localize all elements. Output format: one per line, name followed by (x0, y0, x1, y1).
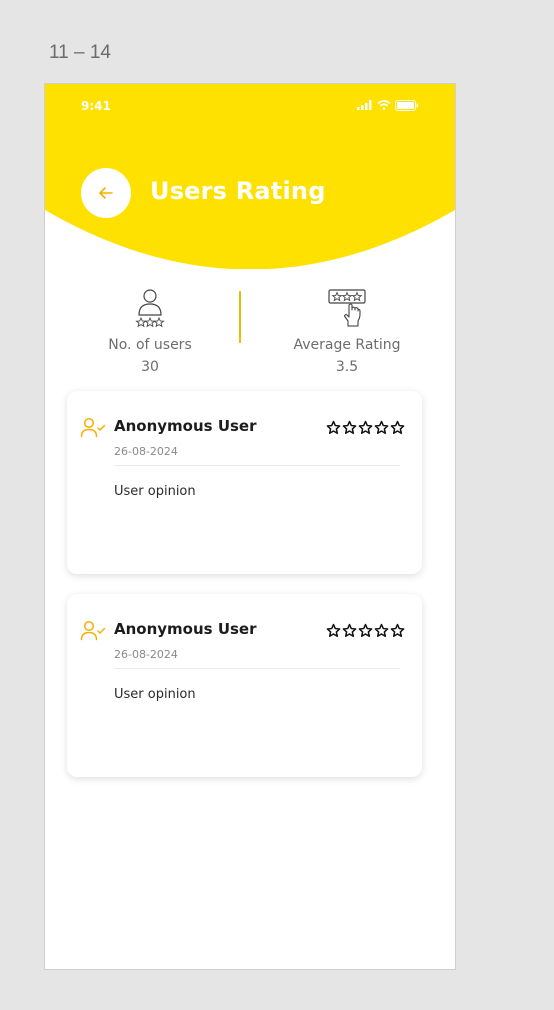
users-count-stat: No. of users 30 (70, 284, 230, 375)
user-stars-icon (135, 289, 165, 328)
star-icon[interactable] (374, 623, 389, 638)
users-count-value: 30 (141, 359, 159, 375)
status-time: 9:41 (81, 99, 111, 113)
star-icon[interactable] (342, 420, 357, 435)
page-title: Users Rating (150, 177, 326, 205)
stats-divider (239, 291, 241, 343)
review-card[interactable]: Anonymous User 26-08-2024 User opinion (67, 391, 422, 574)
star-icon[interactable] (390, 623, 405, 638)
star-icon[interactable] (358, 420, 373, 435)
star-icon[interactable] (358, 623, 373, 638)
users-count-label: No. of users (108, 337, 192, 353)
rating-stats: No. of users 30 Average Rating 3.5 (45, 284, 455, 384)
review-opinion: User opinion (114, 687, 196, 702)
average-rating-label: Average Rating (293, 337, 401, 353)
wifi-icon (377, 100, 391, 110)
review-date: 26-08-2024 (114, 445, 178, 458)
star-icon[interactable] (390, 420, 405, 435)
star-rating[interactable] (326, 623, 405, 638)
star-icon[interactable] (326, 420, 341, 435)
user-check-icon (80, 620, 106, 641)
average-rating-stat: Average Rating 3.5 (267, 284, 427, 375)
reviewer-name: Anonymous User (114, 620, 257, 638)
star-icon[interactable] (326, 623, 341, 638)
card-divider (114, 668, 400, 669)
review-card[interactable]: Anonymous User 26-08-2024 User opinion (67, 594, 422, 777)
card-divider (114, 465, 400, 466)
hand-tap-stars-icon (328, 289, 366, 327)
frame-label: 11 – 14 (49, 42, 111, 63)
status-icons (357, 99, 419, 111)
status-bar: 9:41 (45, 84, 455, 128)
phone-screen: 9:41 Users Rating No. of users 30 Averag… (44, 83, 456, 970)
reviewer-name: Anonymous User (114, 417, 257, 435)
user-check-icon (80, 417, 106, 438)
average-rating-value: 3.5 (335, 359, 359, 375)
review-date: 26-08-2024 (114, 648, 178, 661)
arrow-left-icon (99, 187, 113, 199)
review-opinion: User opinion (114, 484, 196, 499)
star-rating[interactable] (326, 420, 405, 435)
back-button[interactable] (81, 168, 131, 218)
star-icon[interactable] (342, 623, 357, 638)
star-icon[interactable] (374, 420, 389, 435)
signal-icon (357, 100, 372, 110)
battery-icon (395, 99, 419, 111)
